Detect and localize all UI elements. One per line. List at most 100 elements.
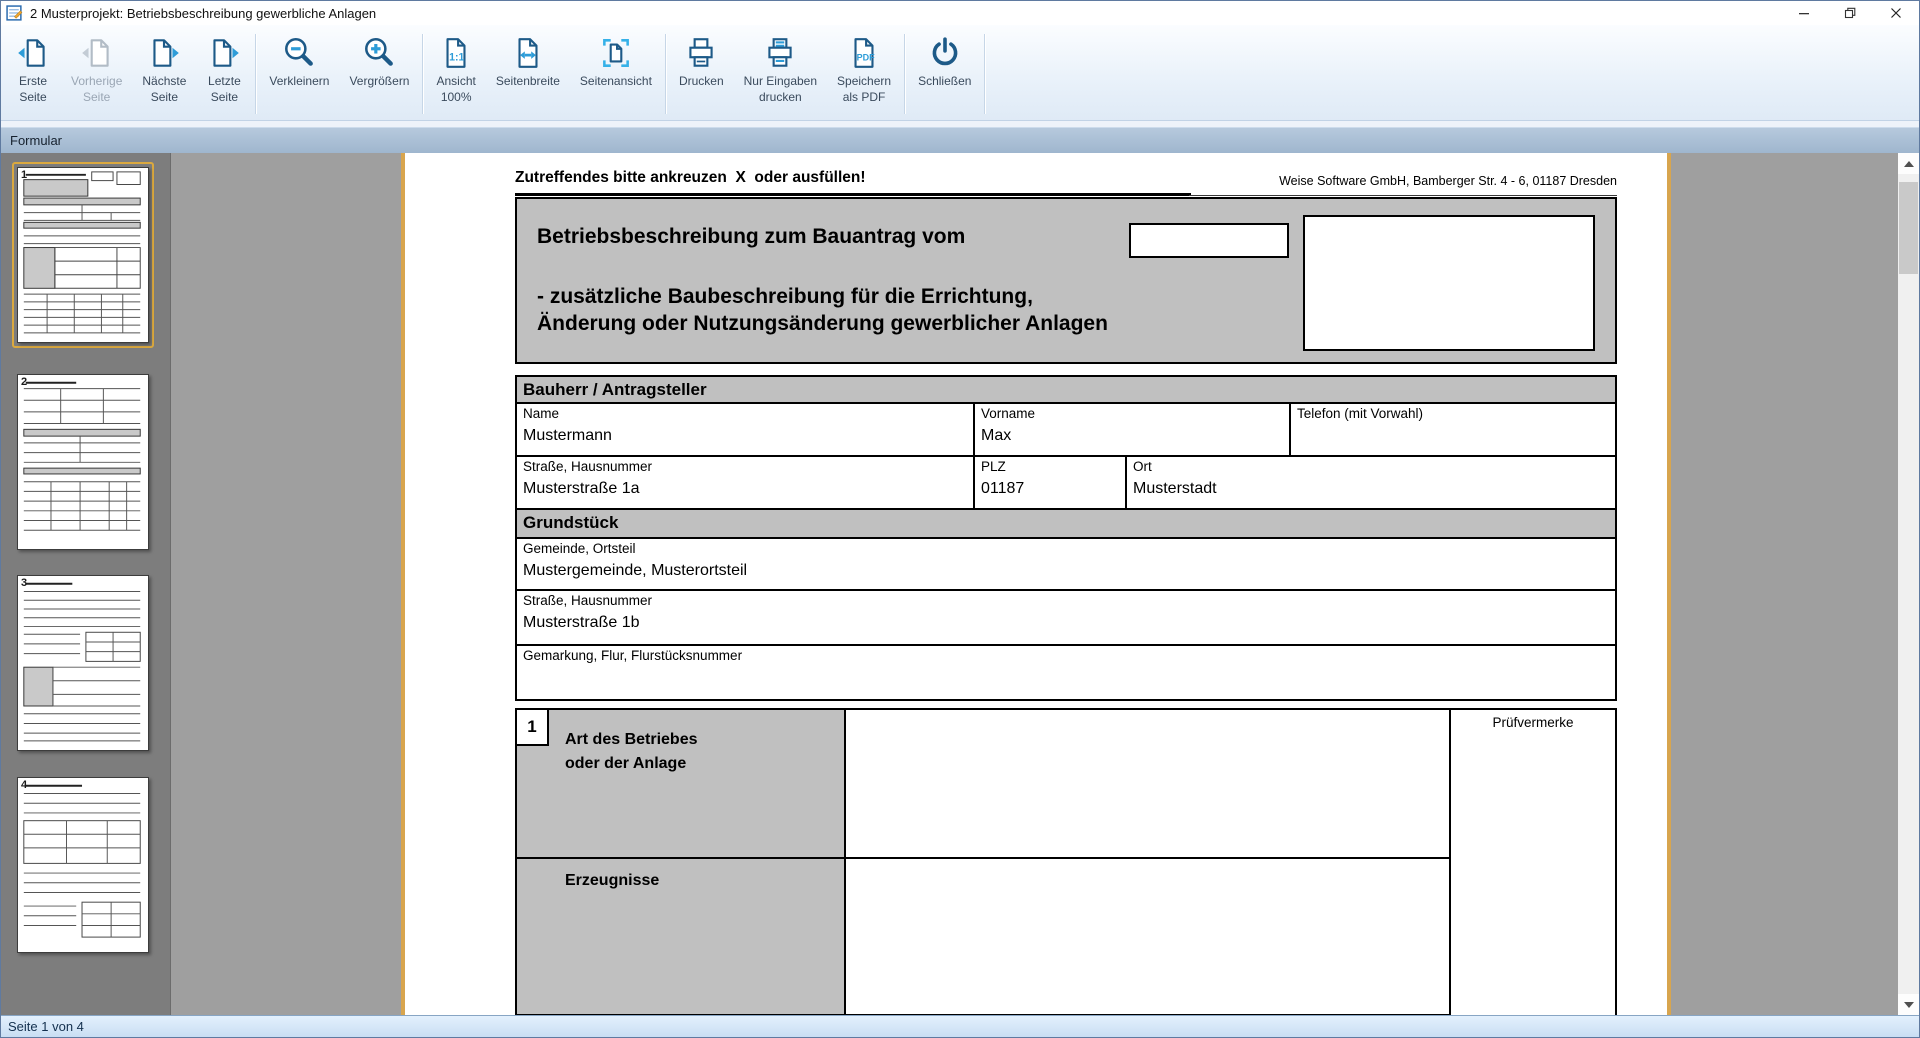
toolbar-button-label: Erste Seite [18, 74, 47, 104]
form-title: Betriebsbeschreibung zum Bauantrag vom [537, 225, 966, 248]
item1-input-field[interactable] [844, 708, 1451, 859]
scroll-up-button[interactable] [1898, 153, 1919, 174]
toolbar-button-label: Ansicht 100% [436, 74, 476, 104]
minimize-button[interactable] [1781, 1, 1827, 25]
stamp-field[interactable] [1303, 215, 1595, 351]
minimize-icon [1799, 13, 1809, 15]
toolbar-button-schliessen[interactable]: Schließen [908, 28, 981, 93]
toolbar-button-letzte-seite[interactable]: Letzte Seite [196, 28, 252, 108]
toolbar: Erste Seite Vorherige Seite Nächste Seit… [1, 25, 1919, 121]
window-controls [1781, 1, 1919, 25]
application-window: 2 Musterprojekt: Betriebsbeschreibung ge… [0, 0, 1920, 1038]
pruefvermerke-column: Prüfvermerke [1449, 708, 1617, 1015]
svg-text:PDF: PDF [857, 52, 876, 62]
toolbar-button-label: Nur Eingaben drucken [743, 74, 818, 104]
page-thumbnail-panel: 1 2 3 4 [1, 153, 171, 1015]
page-left-edge [401, 153, 405, 1015]
toolbar-button-vergroessern[interactable]: Vergrößern [339, 28, 419, 93]
form-header-box: Betriebsbeschreibung zum Bauantrag vom -… [515, 197, 1617, 364]
content-area: 1 2 3 4 Zutreffendes bitte ankreuzen X o… [1, 153, 1919, 1015]
toolbar-button-naechste-seite[interactable]: Nächste Seite [132, 28, 196, 108]
page-2-miniature [23, 381, 141, 531]
thumbnail-page-image: 1 [17, 167, 149, 343]
power-close-icon [927, 32, 963, 74]
field-gemeinde[interactable]: Gemeinde, Ortsteil Mustergemeinde, Muste… [515, 537, 1617, 591]
scrollbar-thumb[interactable] [1899, 182, 1918, 274]
toolbar-separator [984, 34, 986, 114]
toolbar-button-label: Verkleinern [269, 74, 330, 88]
form-instruction: Zutreffendes bitte ankreuzen X oder ausf… [515, 169, 866, 186]
thumbnail-page-number: 1 [21, 169, 28, 181]
zoom-out-icon [281, 32, 317, 74]
field-gemarkung[interactable]: Gemarkung, Flur, Flurstücksnummer [515, 644, 1617, 701]
thumbnail-page-number: 3 [21, 577, 28, 589]
toolbar-button-label: Drucken [678, 74, 724, 88]
toolbar-button-label: Seitenbreite [495, 74, 560, 88]
close-icon [1891, 8, 1901, 18]
thumbnail-page-number: 4 [21, 779, 28, 791]
field-plz[interactable]: PLZ 01187 [973, 455, 1127, 510]
toolbar-button-label: Speichern als PDF [837, 74, 892, 104]
field-strasse-grundstueck[interactable]: Straße, Hausnummer Musterstraße 1b [515, 589, 1617, 646]
save-pdf-icon: PDF [846, 32, 882, 74]
page-right-edge [1667, 153, 1671, 1015]
close-button[interactable] [1873, 1, 1919, 25]
field-ort[interactable]: Ort Musterstadt [1125, 455, 1617, 510]
view-100-icon: 1:1 [438, 32, 474, 74]
item1-number-badge: 1 [515, 708, 549, 746]
field-ort-label: Ort [1133, 459, 1152, 474]
last-page-icon [206, 32, 242, 74]
item1-label-cell: Art des Betriebes oder der Anlage [515, 708, 846, 859]
toolbar-button-label: Vergrößern [349, 74, 410, 88]
bauantrag-date-field[interactable] [1129, 223, 1289, 258]
field-strasse-grundstueck-label: Straße, Hausnummer [523, 593, 653, 608]
vendor-address: Weise Software GmbH, Bamberger Str. 4 - … [1279, 174, 1617, 188]
field-plz-value: 01187 [981, 480, 1025, 497]
toolbar-separator [422, 34, 424, 114]
svg-text:1:1: 1:1 [449, 51, 464, 63]
toolbar-button-label: Seitenansicht [579, 74, 652, 88]
form-subtitle-line2: Änderung oder Nutzungsänderung gewerblic… [537, 312, 1108, 335]
scroll-up-icon [1903, 160, 1914, 167]
toolbar-button-label: Nächste Seite [142, 74, 187, 104]
field-vorname[interactable]: Vorname Max [973, 402, 1291, 457]
toolbar-button-nur-eingaben-drucken[interactable]: Nur Eingaben drucken [734, 28, 827, 108]
field-vorname-label: Vorname [981, 406, 1036, 421]
thumbnail-page-3[interactable]: 3 [12, 570, 154, 756]
document-canvas: Zutreffendes bitte ankreuzen X oder ausf… [172, 153, 1898, 1015]
vertical-scrollbar[interactable] [1898, 153, 1919, 1015]
field-strasse-bauherr[interactable]: Straße, Hausnummer Musterstraße 1a [515, 455, 975, 510]
form-body: Betriebsbeschreibung zum Bauantrag vom -… [515, 197, 1619, 1015]
scroll-down-button[interactable] [1898, 994, 1919, 1015]
toolbar-button-ansicht-100[interactable]: 1:1 Ansicht 100% [426, 28, 485, 108]
toolbar-button-erste-seite[interactable]: Erste Seite [5, 28, 61, 108]
thumbnail-page-image: 2 [17, 374, 149, 550]
toolbar-button-vorherige-seite: Vorherige Seite [61, 28, 132, 108]
field-telefon[interactable]: Telefon (mit Vorwahl) [1289, 402, 1617, 457]
thumbnail-page-4[interactable]: 4 [12, 772, 154, 958]
previous-page-icon [79, 32, 115, 74]
toolbar-button-seitenbreite[interactable]: Seitenbreite [486, 28, 570, 93]
form-subtitle-line1: - zusätzliche Baubeschreibung für die Er… [537, 285, 1033, 308]
print-icon [683, 32, 719, 74]
field-gemeinde-value: Mustergemeinde, Musterortsteil [523, 562, 748, 579]
field-name-label: Name [523, 406, 560, 421]
form-page: Zutreffendes bitte ankreuzen X oder ausf… [401, 153, 1671, 1015]
thumbnail-page-1[interactable]: 1 [12, 162, 154, 348]
vendor-rule [1189, 195, 1617, 196]
toolbar-button-verkleinern[interactable]: Verkleinern [259, 28, 339, 93]
field-vorname-value: Max [981, 427, 1012, 444]
thumbnail-page-2[interactable]: 2 [12, 369, 154, 555]
field-name[interactable]: Name Mustermann [515, 402, 975, 457]
thumbnail-page-image: 4 [17, 777, 149, 953]
erzeugnisse-input-field[interactable] [844, 857, 1451, 1015]
toolbar-button-speichern-als-pdf[interactable]: PDF Speichern als PDF [827, 28, 901, 108]
toolbar-button-seitenansicht[interactable]: Seitenansicht [570, 28, 662, 93]
thumbnail-page-number: 2 [21, 376, 28, 388]
page-4-miniature [23, 784, 141, 938]
first-page-icon [15, 32, 51, 74]
erzeugnisse-label: Erzeugnisse [565, 872, 660, 889]
restore-button[interactable] [1827, 1, 1873, 25]
toolbar-button-drucken[interactable]: Drucken [669, 28, 734, 93]
title-bar: 2 Musterprojekt: Betriebsbeschreibung ge… [1, 1, 1919, 25]
